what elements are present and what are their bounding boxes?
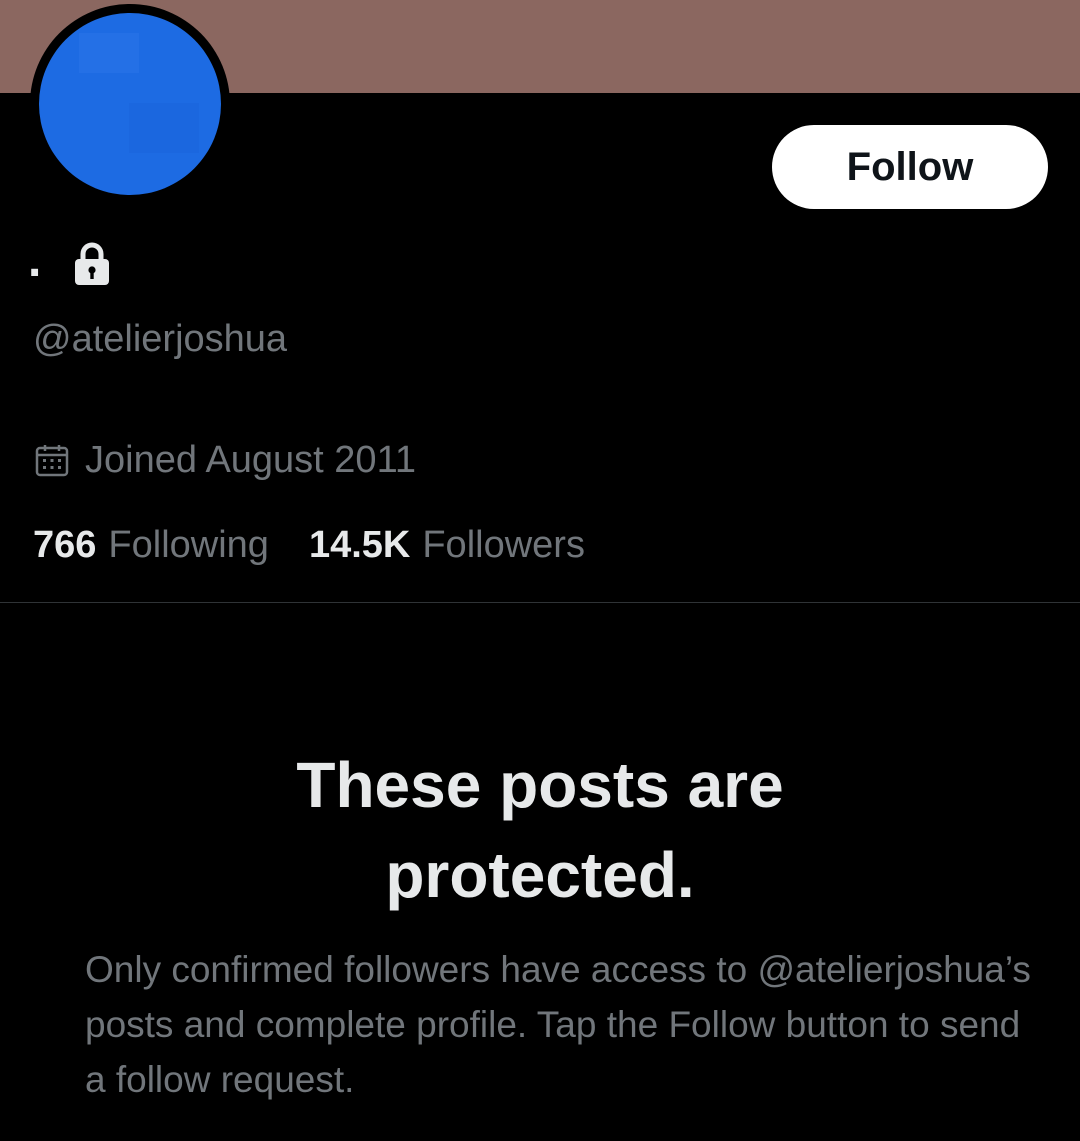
joined-date: Joined August 2011 [35,434,416,486]
divider [0,602,1080,603]
protected-title: These posts are protected. [296,749,784,911]
joined-text: Joined August 2011 [85,438,417,481]
following-count: 766 [33,523,97,566]
protected-description: Only confirmed followers have access to … [85,949,1031,1100]
calendar-icon [35,445,69,477]
follow-button[interactable]: Follow [772,125,1048,209]
lock-icon [75,242,109,285]
profile-handle: @atelierjoshua [33,318,288,360]
display-name: . [28,226,41,296]
followers-link[interactable]: 14.5K Followers [309,524,585,567]
display-name-text: . [28,234,42,287]
following-label: Following [108,523,269,566]
avatar[interactable] [39,13,221,195]
following-link[interactable]: 766 Following [33,524,269,567]
followers-label: Followers [422,523,585,566]
avatar-pixelation [129,103,199,153]
followers-count: 14.5K [308,523,411,566]
avatar-pixelation [79,33,139,73]
avatar-frame[interactable] [30,4,230,204]
profile-stats: 766 Following 14.5K Followers [33,518,625,572]
